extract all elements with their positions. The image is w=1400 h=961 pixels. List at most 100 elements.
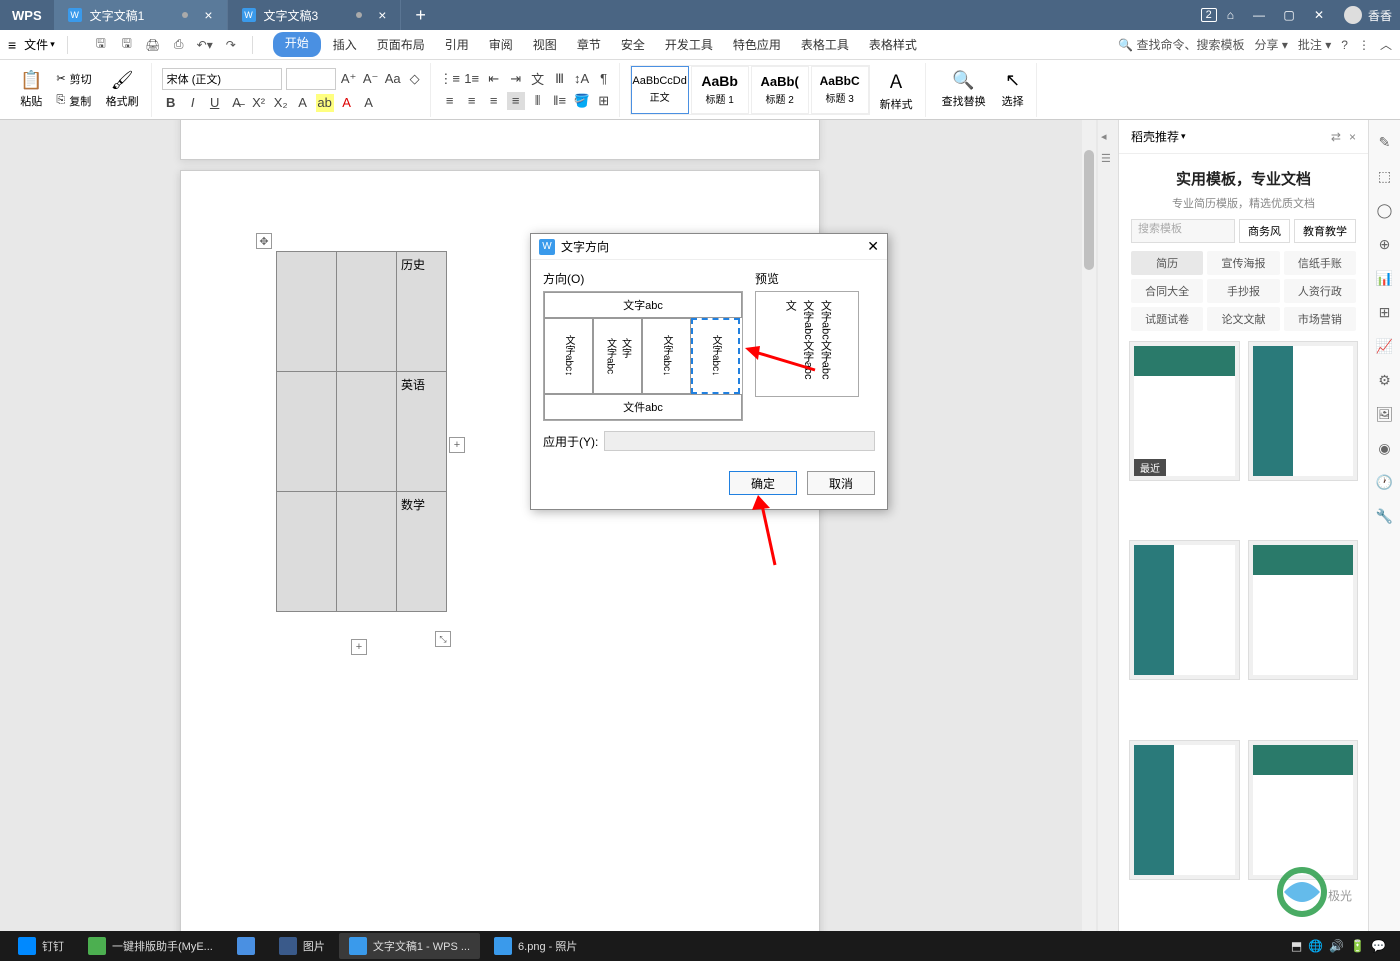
bullet-list-icon[interactable]: ⋮≡: [441, 70, 459, 88]
increase-font-icon[interactable]: A⁺: [340, 70, 358, 88]
tab-doc3[interactable]: W 文字文稿3 ×: [228, 0, 402, 30]
apply-to-select[interactable]: [604, 431, 875, 451]
task-photos[interactable]: 图片: [269, 933, 335, 959]
dialog-titlebar[interactable]: W 文字方向 ✕: [531, 234, 887, 260]
file-menu[interactable]: 文件 ▾: [24, 36, 55, 53]
notif-icon[interactable]: 💬: [1371, 939, 1386, 953]
table-icon[interactable]: ⊞: [1375, 302, 1395, 322]
select-button[interactable]: ↖ 选择: [996, 66, 1030, 113]
font-select[interactable]: [162, 68, 282, 90]
increase-indent-icon[interactable]: ⇥: [507, 70, 525, 88]
template-thumb[interactable]: 最近: [1129, 341, 1240, 481]
protect-icon[interactable]: ◉: [1375, 438, 1395, 458]
task-typeset[interactable]: 一键排版助手(MyE...: [78, 933, 223, 959]
category-resume[interactable]: 简历: [1131, 251, 1203, 275]
close-icon[interactable]: ×: [378, 7, 386, 23]
category-poster[interactable]: 宣传海报: [1207, 251, 1279, 275]
category-thesis[interactable]: 论文文献: [1207, 307, 1279, 331]
text-direction-icon[interactable]: 文: [529, 70, 547, 88]
copy-button[interactable]: ⎘复制: [52, 91, 95, 111]
cut-button[interactable]: ✂剪切: [52, 69, 95, 89]
tab-layout[interactable]: 页面布局: [369, 32, 433, 57]
redo-icon[interactable]: ↷: [222, 36, 240, 54]
collapse-panel-icon[interactable]: ◂: [1101, 130, 1115, 144]
battery-icon[interactable]: 🔋: [1350, 939, 1365, 953]
decrease-indent-icon[interactable]: ⇤: [485, 70, 503, 88]
direction-vert-down[interactable]: 文字abc↓: [642, 318, 691, 394]
components-icon[interactable]: ⚙: [1375, 370, 1395, 390]
table-insert-row-handle[interactable]: +: [449, 437, 465, 453]
style-normal[interactable]: AaBbCcDd正文: [631, 66, 689, 114]
style-heading1[interactable]: AaBb标题 1: [691, 66, 749, 114]
tab-devtools[interactable]: 开发工具: [657, 32, 721, 57]
direction-vert-rl-selected[interactable]: 文字abc↓: [691, 318, 740, 394]
document-table[interactable]: 历史 英语 数学: [276, 251, 447, 612]
align-justify-icon[interactable]: ≡: [507, 92, 525, 110]
italic-icon[interactable]: I: [184, 94, 202, 112]
table-cell[interactable]: [277, 252, 337, 372]
table-cell[interactable]: [337, 252, 397, 372]
distribute-icon[interactable]: ⫴: [529, 92, 547, 110]
direction-horizontal-rl[interactable]: 文件abc: [544, 394, 742, 420]
template-thumb[interactable]: [1129, 740, 1240, 880]
category-letter[interactable]: 信纸手账: [1284, 251, 1356, 275]
save-as-icon[interactable]: 🖫: [118, 36, 136, 54]
undo-icon[interactable]: ↶▾: [196, 36, 214, 54]
clear-format-icon[interactable]: ◇: [406, 70, 424, 88]
task-png[interactable]: 6.png - 照片: [484, 933, 587, 959]
shapes-icon[interactable]: ◯: [1375, 200, 1395, 220]
hamburger-icon[interactable]: ≡: [8, 37, 16, 53]
annotate-menu[interactable]: 批注 ▾: [1298, 36, 1331, 53]
share-menu[interactable]: 分享 ▾: [1255, 36, 1288, 53]
font-effects-icon[interactable]: A: [294, 94, 312, 112]
stamp-icon[interactable]: ⊕: [1375, 234, 1395, 254]
dialog-close-icon[interactable]: ✕: [867, 238, 879, 255]
home-icon[interactable]: ⌂: [1227, 8, 1234, 22]
print-icon[interactable]: 🖨: [144, 36, 162, 54]
tab-special[interactable]: 特色应用: [725, 32, 789, 57]
tray-icon[interactable]: ⬒: [1291, 939, 1302, 953]
underline-icon[interactable]: U: [206, 94, 224, 112]
maximize-button[interactable]: ▢: [1274, 0, 1304, 30]
cancel-button[interactable]: 取消: [807, 471, 875, 495]
more-icon[interactable]: ⋮: [1358, 38, 1370, 52]
print-preview-icon[interactable]: ⎙: [170, 36, 188, 54]
superscript-icon[interactable]: X²: [250, 94, 268, 112]
category-hr[interactable]: 人资行政: [1284, 279, 1356, 303]
close-button[interactable]: ✕: [1304, 0, 1334, 30]
collapse-icon[interactable]: ︿: [1380, 36, 1392, 53]
table-cell[interactable]: [337, 492, 397, 612]
graph-icon[interactable]: 📈: [1375, 336, 1395, 356]
category-exam[interactable]: 试题试卷: [1131, 307, 1203, 331]
edit-icon[interactable]: ✎: [1375, 132, 1395, 152]
bold-icon[interactable]: B: [162, 94, 180, 112]
notification-badge[interactable]: 2: [1201, 8, 1217, 22]
tab-doc1[interactable]: W 文字文稿1 ×: [54, 0, 228, 30]
table-cell[interactable]: [277, 492, 337, 612]
user-account[interactable]: 香香: [1344, 6, 1392, 24]
save-icon[interactable]: 🖫: [92, 36, 110, 54]
tab-review[interactable]: 审阅: [481, 32, 521, 57]
filter-education[interactable]: 教育教学: [1294, 219, 1356, 243]
filter-business[interactable]: 商务风: [1239, 219, 1290, 243]
tab-security[interactable]: 安全: [613, 32, 653, 57]
table-cell[interactable]: [277, 372, 337, 492]
minimize-button[interactable]: —: [1244, 0, 1274, 30]
tab-references[interactable]: 引用: [437, 32, 477, 57]
system-tray[interactable]: ⬒ 🌐 🔊 🔋 💬: [1291, 939, 1394, 953]
font-size-select[interactable]: [286, 68, 336, 90]
tab-view[interactable]: 视图: [525, 32, 565, 57]
number-list-icon[interactable]: 1≡: [463, 70, 481, 88]
align-center-icon[interactable]: ≡: [463, 92, 481, 110]
tab-section[interactable]: 章节: [569, 32, 609, 57]
new-tab-button[interactable]: +: [401, 5, 440, 26]
style-heading3[interactable]: AaBbC标题 3: [811, 66, 869, 114]
category-marketing[interactable]: 市场营销: [1284, 307, 1356, 331]
table-move-handle[interactable]: ✥: [256, 233, 272, 249]
direction-horizontal-lr[interactable]: 文字abc: [544, 292, 742, 318]
select-icon[interactable]: ⬚: [1375, 166, 1395, 186]
table-resize-handle[interactable]: ⤡: [435, 631, 451, 647]
template-thumb[interactable]: [1248, 540, 1359, 680]
panel-close-icon[interactable]: ×: [1349, 130, 1356, 144]
search-commands[interactable]: 🔍 查找命令、搜索模板: [1118, 36, 1244, 53]
